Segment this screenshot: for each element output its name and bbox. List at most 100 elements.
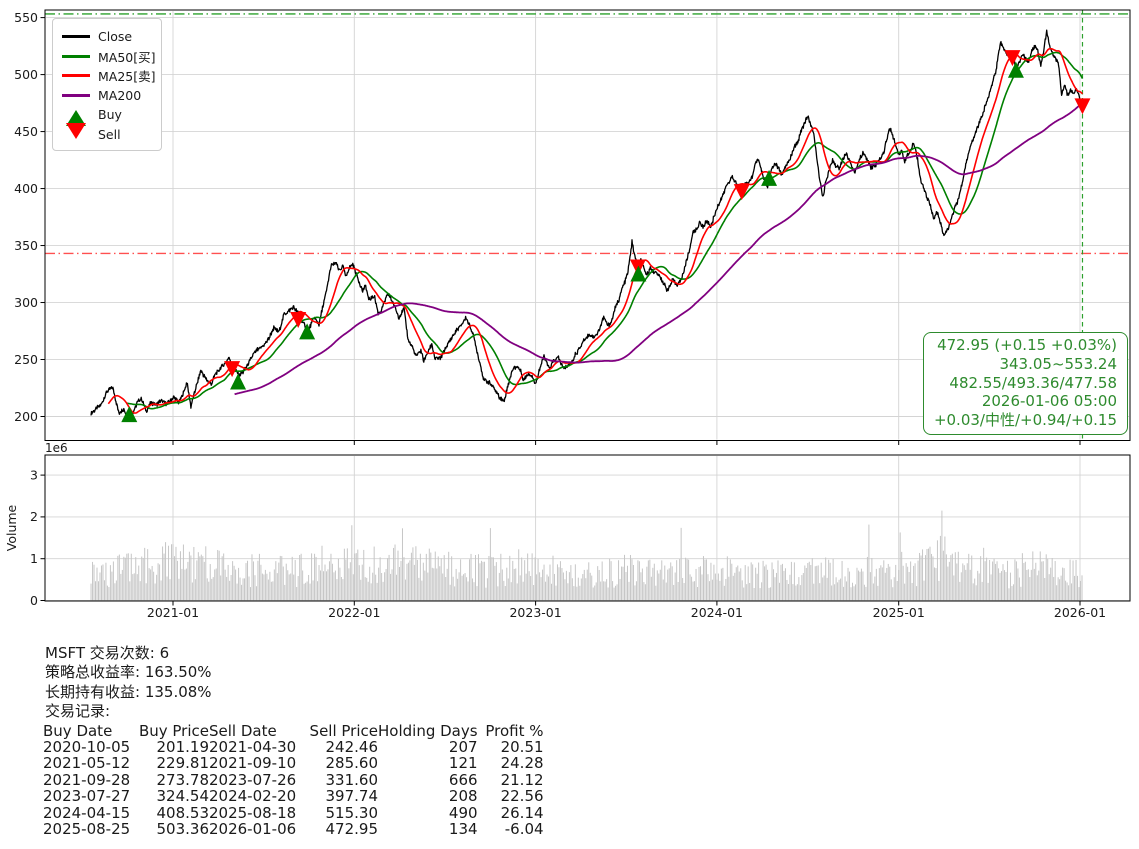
col-buy-date: Buy Date	[43, 723, 133, 739]
svg-text:1: 1	[30, 551, 38, 566]
trade-row: 2025-08-25503.362026-01-06472.95134-6.04	[43, 821, 544, 837]
legend-item-sell: Sell	[62, 125, 153, 145]
col-buy-price: Buy Price	[133, 723, 209, 739]
trade-cell: 26.14	[478, 805, 544, 821]
svg-text:2025-01: 2025-01	[873, 605, 925, 620]
ma50-line-swatch	[62, 55, 90, 58]
svg-text:400: 400	[14, 181, 38, 196]
svg-text:450: 450	[14, 124, 38, 139]
trade-count-line: MSFT 交易次数: 6	[45, 644, 544, 663]
trade-cell: 242.46	[306, 739, 378, 755]
legend-label: Sell	[98, 127, 121, 142]
trades-table: Buy Date Buy Price Sell Date Sell Price …	[43, 723, 544, 838]
trade-cell: 229.81	[133, 755, 209, 771]
trade-cell: 472.95	[306, 821, 378, 837]
total-return-line: 策略总收益率: 163.50%	[45, 663, 544, 682]
trade-cell: 490	[378, 805, 478, 821]
col-holding-days: Holding Days	[378, 723, 478, 739]
trade-cell: 2024-02-20	[209, 788, 306, 804]
svg-text:2023-01: 2023-01	[509, 605, 561, 620]
trade-cell: 2021-09-10	[209, 755, 306, 771]
trade-record-title: 交易记录:	[45, 702, 544, 721]
legend-label: MA25[卖]	[98, 66, 156, 85]
svg-text:550: 550	[14, 10, 38, 25]
trade-cell: 2020-10-05	[43, 739, 133, 755]
svg-text:500: 500	[14, 67, 38, 82]
svg-text:2024-01: 2024-01	[691, 605, 743, 620]
trade-cell: 408.53	[133, 805, 209, 821]
trade-cell: 2021-09-28	[43, 772, 133, 788]
legend-item-ma50: MA50[买]	[62, 47, 153, 67]
annotation-ohlc-line: 482.55/493.36/477.58	[934, 374, 1117, 393]
legend-item-buy: Buy	[62, 105, 153, 125]
trade-cell: 2023-07-27	[43, 788, 133, 804]
svg-text:2021-01: 2021-01	[147, 605, 199, 620]
trade-cell: 22.56	[478, 788, 544, 804]
annotation-signal-line: +0.03/中性/+0.94/+0.15	[934, 411, 1117, 430]
svg-text:2026-01: 2026-01	[1054, 605, 1106, 620]
legend-label: MA50[买]	[98, 47, 156, 66]
trade-cell: 208	[378, 788, 478, 804]
ma200-line-swatch	[62, 94, 90, 97]
svg-text:Volume: Volume	[4, 504, 19, 551]
svg-text:2022-01: 2022-01	[328, 605, 380, 620]
chart-legend: Close MA50[买] MA25[卖] MA200 Buy Sell	[52, 18, 162, 151]
legend-item-ma25: MA25[卖]	[62, 66, 153, 86]
trade-cell: 2024-04-15	[43, 805, 133, 821]
svg-text:0: 0	[30, 593, 38, 608]
svg-text:3: 3	[30, 467, 38, 482]
trade-cell: 201.19	[133, 739, 209, 755]
legend-item-close: Close	[62, 27, 153, 47]
trade-cell: 21.12	[478, 772, 544, 788]
annotation-range-line: 343.05~553.24	[934, 355, 1117, 374]
trade-cell: 2026-01-06	[209, 821, 306, 837]
price-volume-chart: 55050045040035030025020032102021-012022-…	[0, 0, 1139, 632]
col-sell-date: Sell Date	[209, 723, 306, 739]
trade-cell: 324.54	[133, 788, 209, 804]
col-profit-pct: Profit %	[478, 723, 544, 739]
strategy-stats: MSFT 交易次数: 6 策略总收益率: 163.50% 长期持有收益: 135…	[45, 644, 544, 837]
legend-label: MA200	[98, 88, 141, 103]
trade-cell: 2025-08-25	[43, 821, 133, 837]
trades-body: 2020-10-05201.192021-04-30242.4620720.51…	[43, 739, 544, 837]
trade-cell: 666	[378, 772, 478, 788]
annotation-price-line: 472.95 (+0.15 +0.03%)	[934, 336, 1117, 355]
trade-row: 2020-10-05201.192021-04-30242.4620720.51	[43, 739, 544, 755]
legend-label: Buy	[98, 107, 122, 122]
trade-cell: 2021-05-12	[43, 755, 133, 771]
trade-cell: 2023-07-26	[209, 772, 306, 788]
annotation-time-line: 2026-01-06 05:00	[934, 392, 1117, 411]
quote-annotation: 472.95 (+0.15 +0.03%) 343.05~553.24 482.…	[923, 332, 1128, 435]
trade-cell: -6.04	[478, 821, 544, 837]
buy-triangle-icon	[62, 110, 90, 120]
close-line-swatch	[62, 35, 90, 38]
trade-cell: 121	[378, 755, 478, 771]
trade-cell: 207	[378, 739, 478, 755]
hold-return-line: 长期持有收益: 135.08%	[45, 683, 544, 702]
trade-row: 2024-04-15408.532025-08-18515.3049026.14	[43, 805, 544, 821]
trade-cell: 134	[378, 821, 478, 837]
trade-cell: 24.28	[478, 755, 544, 771]
trade-row: 2023-07-27324.542024-02-20397.7420822.56	[43, 788, 544, 804]
trade-cell: 2025-08-18	[209, 805, 306, 821]
svg-text:250: 250	[14, 352, 38, 367]
trade-cell: 331.60	[306, 772, 378, 788]
svg-text:2: 2	[30, 509, 38, 524]
legend-label: Close	[98, 29, 132, 44]
trades-header-row: Buy Date Buy Price Sell Date Sell Price …	[43, 723, 544, 739]
trade-cell: 2021-04-30	[209, 739, 306, 755]
trade-cell: 397.74	[306, 788, 378, 804]
trade-cell: 20.51	[478, 739, 544, 755]
trade-cell: 285.60	[306, 755, 378, 771]
trade-cell: 273.78	[133, 772, 209, 788]
trade-cell: 503.36	[133, 821, 209, 837]
legend-item-ma200: MA200	[62, 86, 153, 106]
ma25-line-swatch	[62, 74, 90, 77]
trade-cell: 515.30	[306, 805, 378, 821]
svg-text:350: 350	[14, 238, 38, 253]
trade-row: 2021-09-28273.782023-07-26331.6066621.12	[43, 772, 544, 788]
svg-text:1e6: 1e6	[45, 441, 68, 455]
svg-text:300: 300	[14, 295, 38, 310]
figure: 55050045040035030025020032102021-012022-…	[0, 0, 1139, 849]
sell-triangle-icon	[62, 129, 90, 139]
